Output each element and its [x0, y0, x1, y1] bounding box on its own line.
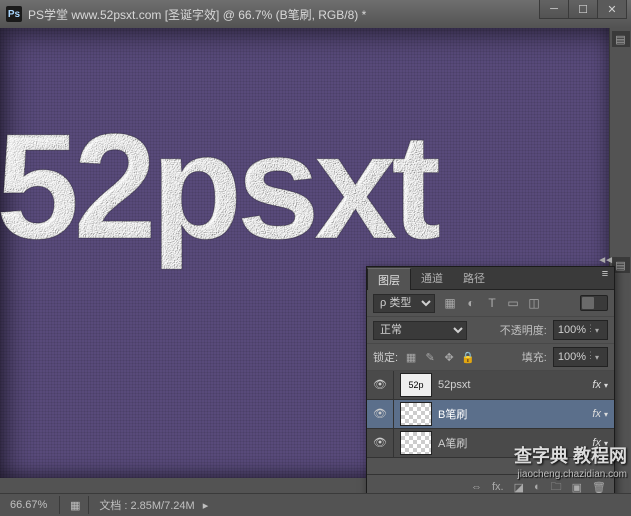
filter-type-icon[interactable]: T	[485, 296, 499, 310]
status-bar: 66.67% ▦ 文档 : 2.85M/7.24M ▸	[0, 493, 631, 516]
layer-mask-icon[interactable]: ◪	[514, 481, 524, 494]
layer-thumbnail[interactable]	[400, 431, 432, 455]
fx-badge[interactable]: fx▾	[578, 437, 614, 449]
delete-layer-icon[interactable]: 🗑	[592, 481, 606, 494]
dropdown-arrow-icon[interactable]: ▾	[595, 353, 605, 362]
layers-panel: ◄◄ ≡ 图层 通道 路径 ρ 类型 ▦ ◐ T ▭ ◫ 正常 不透明度:	[366, 266, 615, 500]
layer-name[interactable]: A笔刷	[438, 435, 578, 451]
layer-item[interactable]: 👁 B笔刷 fx▾	[367, 400, 614, 429]
panel-menu-icon[interactable]: ≡	[598, 269, 612, 279]
filter-smart-icon[interactable]: ◫	[527, 296, 541, 310]
fx-badge[interactable]: fx▾	[578, 408, 614, 420]
opacity-value: 100%	[558, 324, 586, 336]
lock-brush-icon[interactable]: ✎	[423, 351, 437, 364]
layer-item[interactable]: 👁 A笔刷 fx▾	[367, 429, 614, 458]
svg-text:52psxt: 52psxt	[0, 103, 440, 270]
filter-adjust-icon[interactable]: ◐	[464, 296, 478, 310]
blend-mode-select[interactable]: 正常	[373, 321, 467, 340]
zoom-level[interactable]: 66.67%	[0, 499, 57, 511]
tab-layers[interactable]: 图层	[367, 268, 411, 290]
visibility-toggle-icon[interactable]: 👁	[367, 429, 394, 457]
fill-value: 100%	[558, 351, 586, 363]
layer-item[interactable]: 👁 52p 52psxt fx▾	[367, 371, 614, 400]
docsize-label[interactable]: 文档 : 2.85M/7.24M	[91, 497, 202, 513]
scrub-icon[interactable]: ⋮	[586, 323, 595, 337]
collapse-toggle-icon[interactable]: ▤	[612, 31, 630, 47]
layer-thumbnail[interactable]: 52p	[400, 373, 432, 397]
link-layers-icon[interactable]: ⇔	[471, 481, 482, 493]
filter-kind-select[interactable]: ρ 类型	[373, 294, 435, 313]
svg-text:52psxt: 52psxt	[0, 103, 440, 270]
lock-all-icon[interactable]: 🔒	[461, 351, 475, 364]
layer-style-icon[interactable]: fx.	[492, 481, 504, 493]
title-bar: Ps PS学堂 www.52psxt.com [圣诞字效] @ 66.7% (B…	[0, 0, 631, 28]
fill-field[interactable]: 100% ⋮ ▾	[553, 347, 608, 367]
lock-transparency-icon[interactable]: ▦	[404, 351, 418, 364]
lock-move-icon[interactable]: ✥	[442, 351, 456, 364]
panel-tabs: 图层 通道 路径	[367, 267, 614, 290]
blend-row: 正常 不透明度: 100% ⋮ ▾	[367, 317, 614, 344]
tab-paths[interactable]: 路径	[453, 267, 495, 289]
scrub-icon[interactable]: ⋮	[586, 350, 595, 364]
filter-toggle[interactable]	[580, 295, 608, 311]
filter-shape-icon[interactable]: ▭	[506, 296, 520, 310]
maximize-button[interactable]: ☐	[568, 0, 597, 19]
close-button[interactable]: ✕	[597, 0, 627, 19]
lock-label: 锁定:	[373, 349, 398, 365]
fx-badge[interactable]: fx▾	[578, 379, 614, 391]
opacity-label: 不透明度:	[500, 322, 547, 338]
app-icon: Ps	[6, 6, 22, 22]
dropdown-arrow-icon[interactable]: ▾	[595, 326, 605, 335]
new-layer-icon[interactable]: ▣	[572, 481, 582, 494]
filter-row: ρ 类型 ▦ ◐ T ▭ ◫	[367, 290, 614, 317]
adjustment-layer-icon[interactable]: ◐	[534, 481, 541, 493]
window-title: PS学堂 www.52psxt.com [圣诞字效] @ 66.7% (B笔刷,…	[28, 6, 366, 23]
tab-channels[interactable]: 通道	[411, 267, 453, 289]
fill-label: 填充:	[522, 349, 547, 365]
visibility-toggle-icon[interactable]: 👁	[367, 400, 394, 428]
status-icon[interactable]: ▦	[64, 495, 86, 515]
filter-image-icon[interactable]: ▦	[443, 296, 457, 310]
layer-thumbnail[interactable]	[400, 402, 432, 426]
minimize-button[interactable]: ─	[539, 0, 568, 19]
opacity-field[interactable]: 100% ⋮ ▾	[553, 320, 608, 340]
lock-row: 锁定: ▦ ✎ ✥ 🔒 填充: 100% ⋮ ▾	[367, 344, 614, 371]
layer-name[interactable]: 52psxt	[438, 379, 578, 391]
visibility-toggle-icon[interactable]: 👁	[367, 371, 394, 399]
layer-list: 👁 52p 52psxt fx▾ 👁 B笔刷 fx▾ 👁 A笔刷 fx▾	[367, 371, 614, 458]
layer-name[interactable]: B笔刷	[438, 406, 578, 422]
panel-collapse-icon[interactable]: ◄◄	[597, 255, 611, 266]
